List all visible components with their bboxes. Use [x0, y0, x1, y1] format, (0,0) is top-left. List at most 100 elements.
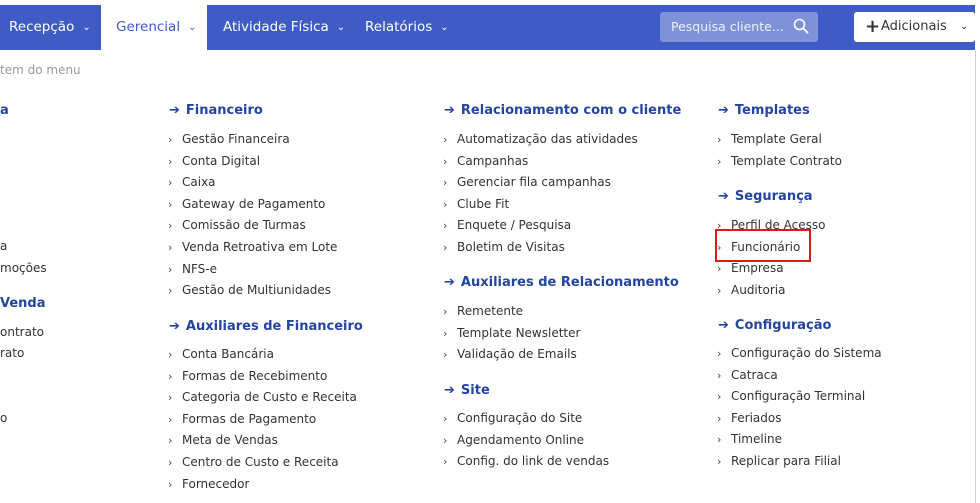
- section-title-site: ➔ Site: [444, 383, 490, 398]
- menu-search-hint: tem do menu: [0, 63, 81, 77]
- chevron-down-icon: ⌄: [960, 21, 969, 32]
- chevron-right-icon: ›: [168, 348, 173, 361]
- search-icon[interactable]: [793, 18, 809, 34]
- menu-item[interactable]: › Conta Digital: [168, 154, 260, 168]
- chevron-right-icon: ›: [443, 412, 448, 425]
- menu-item-label: Configuração Terminal: [731, 389, 866, 404]
- menu-item[interactable]: › Gateway de Pagamento: [168, 197, 325, 211]
- chevron-right-icon: ›: [443, 241, 448, 254]
- chevron-right-icon: ›: [717, 433, 722, 447]
- menu-item[interactable]: › Boletim de Visitas: [443, 240, 565, 254]
- menu-item[interactable]: › Enquete / Pesquisa: [443, 218, 571, 232]
- chevron-right-icon: ›: [717, 411, 722, 425]
- menu-item[interactable]: › Replicar para Filial: [717, 454, 841, 468]
- menu-item[interactable]: › Comissão de Turmas: [168, 218, 306, 232]
- chevron-right-icon: ›: [443, 133, 448, 146]
- chevron-right-icon: ›: [168, 241, 173, 254]
- menu-item-label: Meta de Vendas: [182, 433, 278, 448]
- chevron-right-icon: ›: [168, 197, 173, 211]
- highlight-box: [715, 229, 811, 262]
- menu-item-label: Clube Fit: [457, 196, 510, 211]
- menu-item-label: Empresa: [731, 261, 784, 276]
- menu-item[interactable]: › Venda Retroativa em Lote: [168, 240, 337, 254]
- menu-item[interactable]: › Remetente: [443, 304, 523, 318]
- menu-item[interactable]: › Configuração Terminal: [717, 389, 865, 403]
- menu-item[interactable]: a: [0, 239, 7, 253]
- menu-item[interactable]: › Centro de Custo e Receita: [168, 455, 339, 469]
- menu-item[interactable]: › Template Geral: [717, 132, 822, 146]
- menu-item[interactable]: › Empresa: [717, 261, 784, 275]
- menu-item[interactable]: › Automatização das atividades: [443, 132, 638, 146]
- menu-item-label: Feriados: [731, 410, 782, 425]
- menu-item[interactable]: › Gestão Financeira: [168, 132, 290, 146]
- section-title-text: Segurança: [734, 189, 813, 204]
- menu-item[interactable]: › Formas de Recebimento: [168, 369, 327, 383]
- nav-relatorios-label: Relatórios: [365, 19, 433, 35]
- chevron-right-icon: ›: [717, 368, 722, 382]
- menu-item[interactable]: › Configuração do Sistema: [717, 346, 882, 360]
- menu-item-label: Fornecedor: [182, 476, 250, 491]
- menu-item[interactable]: moções: [0, 261, 47, 275]
- menu-item[interactable]: › NFS-e: [168, 262, 217, 276]
- chevron-right-icon: ›: [717, 390, 722, 404]
- menu-item[interactable]: › Meta de Vendas: [168, 433, 278, 447]
- menu-item-label: Formas de Recebimento: [182, 368, 328, 383]
- chevron-down-icon: ⌄: [188, 22, 197, 33]
- search-input[interactable]: Pesquisa cliente...: [660, 12, 818, 42]
- nav-relatorios[interactable]: Relatórios ⌄: [365, 5, 449, 50]
- menu-item-label: Config. do link de vendas: [457, 454, 610, 469]
- adicionais-button[interactable]: + Adicionais ⌄: [854, 12, 975, 42]
- menu-item[interactable]: › Auditoria: [717, 283, 785, 297]
- menu-item[interactable]: › Config. do link de vendas: [443, 454, 609, 468]
- menu-item[interactable]: › Fornecedor: [168, 477, 249, 491]
- menu-item-label: Template Geral: [731, 132, 822, 146]
- menu-item[interactable]: ontrato: [0, 325, 44, 339]
- chevron-right-icon: ›: [168, 154, 173, 168]
- menu-item-label: Venda Retroativa em Lote: [182, 240, 338, 254]
- menu-item[interactable]: › Catraca: [717, 368, 778, 382]
- menu-item-label: Catraca: [731, 367, 778, 382]
- menu-item-label: Template Newsletter: [457, 325, 581, 340]
- chevron-right-icon: ›: [717, 154, 722, 168]
- menu-item[interactable]: › Gestão de Multiunidades: [168, 283, 331, 297]
- chevron-right-icon: ›: [443, 348, 448, 362]
- menu-item-label: Centro de Custo e Receita: [182, 455, 339, 469]
- chevron-right-icon: ›: [168, 477, 173, 491]
- menu-item[interactable]: › Timeline: [717, 432, 782, 446]
- menu-item[interactable]: o: [0, 411, 7, 425]
- menu-item-label: Conta Bancária: [182, 347, 274, 361]
- menu-item-label: Campanhas: [457, 153, 529, 168]
- nav-atividade-fisica[interactable]: Atividade Física ⌄: [223, 5, 345, 50]
- menu-item[interactable]: › Template Newsletter: [443, 326, 580, 340]
- menu-item[interactable]: › Gerenciar fila campanhas: [443, 175, 611, 189]
- arrow-right-icon: ➔: [169, 103, 180, 118]
- section-title-text: Templates: [734, 103, 810, 118]
- chevron-right-icon: ›: [168, 369, 173, 383]
- chevron-right-icon: ›: [168, 391, 173, 405]
- menu-item[interactable]: › Conta Bancária: [168, 347, 274, 361]
- adicionais-label: Adicionais: [881, 19, 947, 34]
- menu-item-label: Configuração do Sistema: [731, 346, 882, 360]
- menu-item[interactable]: › Caixa: [168, 175, 216, 189]
- menu-item[interactable]: › Configuração do Site: [443, 411, 582, 425]
- menu-item[interactable]: › Feriados: [717, 411, 781, 425]
- nav-recepcao[interactable]: Recepção ⌄: [9, 5, 91, 50]
- menu-item-label: Categoria de Custo e Receita: [182, 390, 357, 405]
- menu-item-label: Timeline: [731, 432, 783, 447]
- nav-gerencial[interactable]: Gerencial ⌄: [101, 5, 207, 50]
- menu-item[interactable]: › Template Contrato: [717, 154, 842, 168]
- menu-item[interactable]: › Categoria de Custo e Receita: [168, 390, 357, 404]
- menu-item[interactable]: › Clube Fit: [443, 197, 509, 211]
- menu-item-label: Comissão de Turmas: [182, 218, 306, 233]
- chevron-right-icon: ›: [443, 305, 448, 318]
- menu-item[interactable]: › Campanhas: [443, 154, 528, 168]
- section-title-seguranca: ➔ Segurança: [718, 189, 813, 204]
- chevron-right-icon: ›: [443, 176, 448, 190]
- chevron-right-icon: ›: [443, 197, 448, 211]
- menu-item[interactable]: › Validação de Emails: [443, 347, 577, 361]
- menu-item[interactable]: › Agendamento Online: [443, 433, 584, 447]
- arrow-right-icon: ➔: [444, 103, 455, 118]
- chevron-right-icon: ›: [717, 455, 722, 468]
- menu-item[interactable]: rato: [0, 346, 24, 360]
- menu-item[interactable]: › Formas de Pagamento: [168, 412, 316, 426]
